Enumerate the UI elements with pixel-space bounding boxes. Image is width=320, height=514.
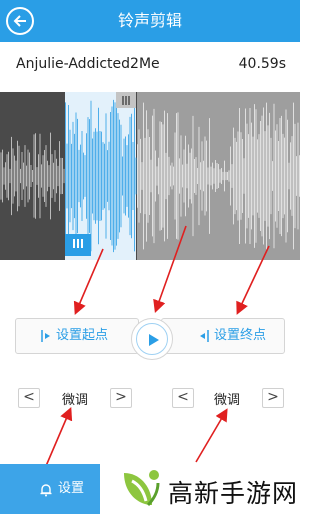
bell-icon: [40, 484, 52, 497]
settings-button[interactable]: 设置: [0, 464, 100, 514]
song-duration: 40.59s: [238, 56, 286, 72]
set-end-label: 设置终点: [214, 328, 267, 343]
start-fine-tune-next-button[interactable]: >: [110, 388, 132, 408]
selection-end-handle[interactable]: [116, 92, 136, 108]
set-end-button[interactable]: 设置终点: [161, 318, 285, 354]
end-fine-tune-prev-button[interactable]: <: [172, 388, 194, 408]
page-title: 铃声剪辑: [117, 11, 182, 30]
set-start-label: 设置起点: [56, 328, 109, 343]
waveform-graph: [0, 99, 300, 253]
end-fine-tune-next-button[interactable]: >: [262, 388, 284, 408]
start-fine-tune-label: 微调: [62, 393, 89, 408]
start-fine-tune-prev-button[interactable]: <: [18, 388, 40, 408]
play-button[interactable]: [131, 318, 173, 360]
play-ring: [136, 323, 168, 355]
set-start-button[interactable]: 设置起点: [15, 318, 139, 354]
end-fine-tune-label: 微调: [214, 393, 241, 408]
start-marker-icon: [41, 330, 50, 342]
settings-label: 设置: [58, 481, 85, 496]
annotation-arrow: [45, 407, 73, 467]
grip-line: [73, 239, 75, 248]
end-marker-icon: [200, 330, 209, 342]
annotation-arrow: [195, 408, 228, 463]
grip-line: [81, 239, 83, 248]
grip-line: [128, 96, 130, 105]
waveform-area[interactable]: [0, 92, 300, 260]
grip-line: [125, 96, 127, 105]
grip-line: [77, 239, 79, 248]
selection-start-handle[interactable]: [65, 234, 91, 256]
watermark-brand: 高新手游网: [168, 479, 299, 508]
play-icon: [149, 334, 159, 346]
grip-line: [122, 96, 124, 105]
song-title: Anjulie-Addicted2Me: [16, 56, 160, 72]
app-header: 铃声剪辑: [0, 0, 300, 42]
brand-logo-icon: [124, 470, 160, 507]
